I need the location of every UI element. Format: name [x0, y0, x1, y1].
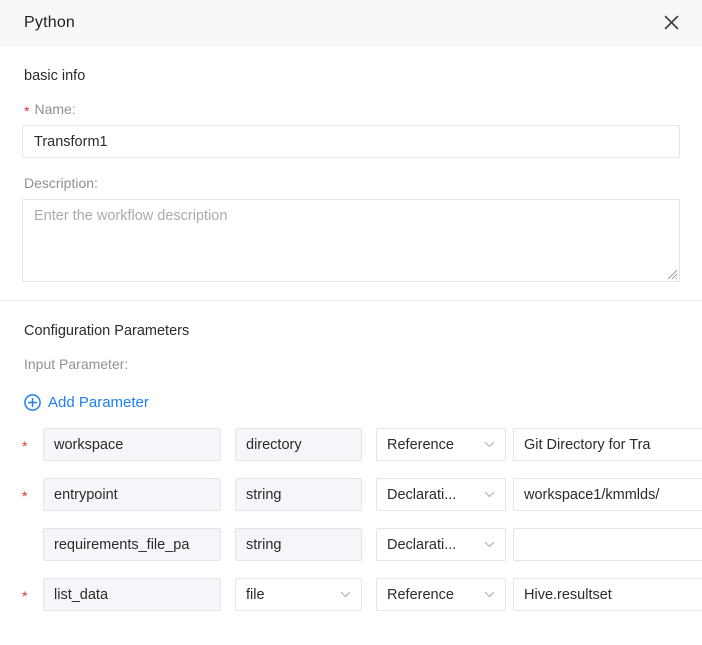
parameter-value-input[interactable]: Hive.resultset — [513, 578, 702, 611]
description-field-label: Description: — [24, 175, 680, 191]
parameter-value-text: Git Directory for Tra — [524, 436, 651, 453]
parameter-type-text: string — [246, 536, 282, 553]
parameter-type-select[interactable]: string — [235, 528, 362, 561]
parameter-mode-text: Declarati... — [387, 536, 457, 553]
parameter-mode-select[interactable]: Reference — [376, 578, 506, 611]
parameter-value-input[interactable] — [513, 528, 702, 561]
parameter-name-input[interactable]: list_data — [43, 578, 221, 611]
parameter-name-input[interactable]: workspace — [43, 428, 221, 461]
parameter-value-input[interactable]: Git Directory for Tra — [513, 428, 702, 461]
parameter-name-input[interactable]: requirements_file_pa — [43, 528, 221, 561]
name-field-label: * Name: — [24, 101, 680, 119]
description-field-wrap — [22, 199, 680, 282]
parameter-name-text: requirements_file_pa — [54, 536, 190, 553]
parameter-row: * list_data file Reference Hive.resultset — [22, 578, 702, 611]
parameter-type-select[interactable]: string — [235, 478, 362, 511]
parameter-name-text: list_data — [54, 586, 109, 603]
parameter-required-asterisk: * — [22, 437, 28, 454]
chevron-down-icon — [484, 541, 495, 548]
parameter-type-select[interactable]: directory — [235, 428, 362, 461]
description-label-text: Description: — [24, 175, 98, 191]
description-textarea[interactable] — [22, 199, 680, 282]
parameter-name-text: workspace — [54, 436, 124, 453]
basic-info-title: basic info — [24, 68, 86, 84]
parameter-mode-select[interactable]: Declarati... — [376, 528, 506, 561]
parameter-mode-text: Reference — [387, 586, 454, 603]
chevron-down-icon — [340, 591, 351, 598]
parameter-row: * requirements_file_pa string Declarati... — [22, 528, 702, 561]
parameter-required-asterisk: * — [22, 539, 34, 553]
parameter-mode-text: Declarati... — [387, 486, 457, 503]
parameter-rows: * workspace directory Reference Git Director… — [22, 428, 702, 611]
parameter-value-text: workspace1/kmmlds/ — [524, 486, 660, 503]
parameter-mode-text: Reference — [387, 436, 454, 453]
input-parameter-label-text: Input Parameter: — [24, 356, 129, 372]
dialog-header: Python — [0, 0, 702, 46]
input-parameter-label: Input Parameter: — [24, 356, 680, 372]
dialog-body: basic info * Name: Description: Configur… — [0, 68, 702, 611]
close-icon[interactable] — [658, 10, 684, 36]
parameter-value-text: Hive.resultset — [524, 586, 612, 603]
name-input[interactable] — [22, 125, 680, 158]
parameter-row: * entrypoint string Declarati... workspace1/… — [22, 478, 702, 511]
add-parameter-button[interactable]: Add Parameter — [24, 394, 149, 411]
parameter-name-input[interactable]: entrypoint — [43, 478, 221, 511]
parameter-mode-select[interactable]: Declarati... — [376, 478, 506, 511]
add-parameter-label: Add Parameter — [48, 394, 149, 411]
chevron-down-icon — [484, 441, 495, 448]
parameter-required-asterisk: * — [22, 487, 28, 504]
parameter-type-select[interactable]: file — [235, 578, 362, 611]
chevron-down-icon — [484, 491, 495, 498]
parameter-value-input[interactable]: workspace1/kmmlds/ — [513, 478, 702, 511]
parameter-required-asterisk: * — [22, 587, 28, 604]
parameter-type-text: directory — [246, 436, 302, 453]
parameter-mode-select[interactable]: Reference — [376, 428, 506, 461]
section-divider — [0, 300, 702, 301]
required-asterisk: * — [24, 103, 30, 119]
parameter-type-text: file — [246, 586, 265, 603]
name-label-text: Name: — [34, 101, 76, 117]
configuration-parameters-title: Configuration Parameters — [24, 323, 190, 339]
plus-circle-icon — [24, 394, 41, 411]
parameter-name-text: entrypoint — [54, 486, 118, 503]
dialog-title: Python — [24, 13, 76, 31]
chevron-down-icon — [484, 591, 495, 598]
parameter-type-text: string — [246, 486, 282, 503]
parameter-row: * workspace directory Reference Git Director… — [22, 428, 702, 461]
